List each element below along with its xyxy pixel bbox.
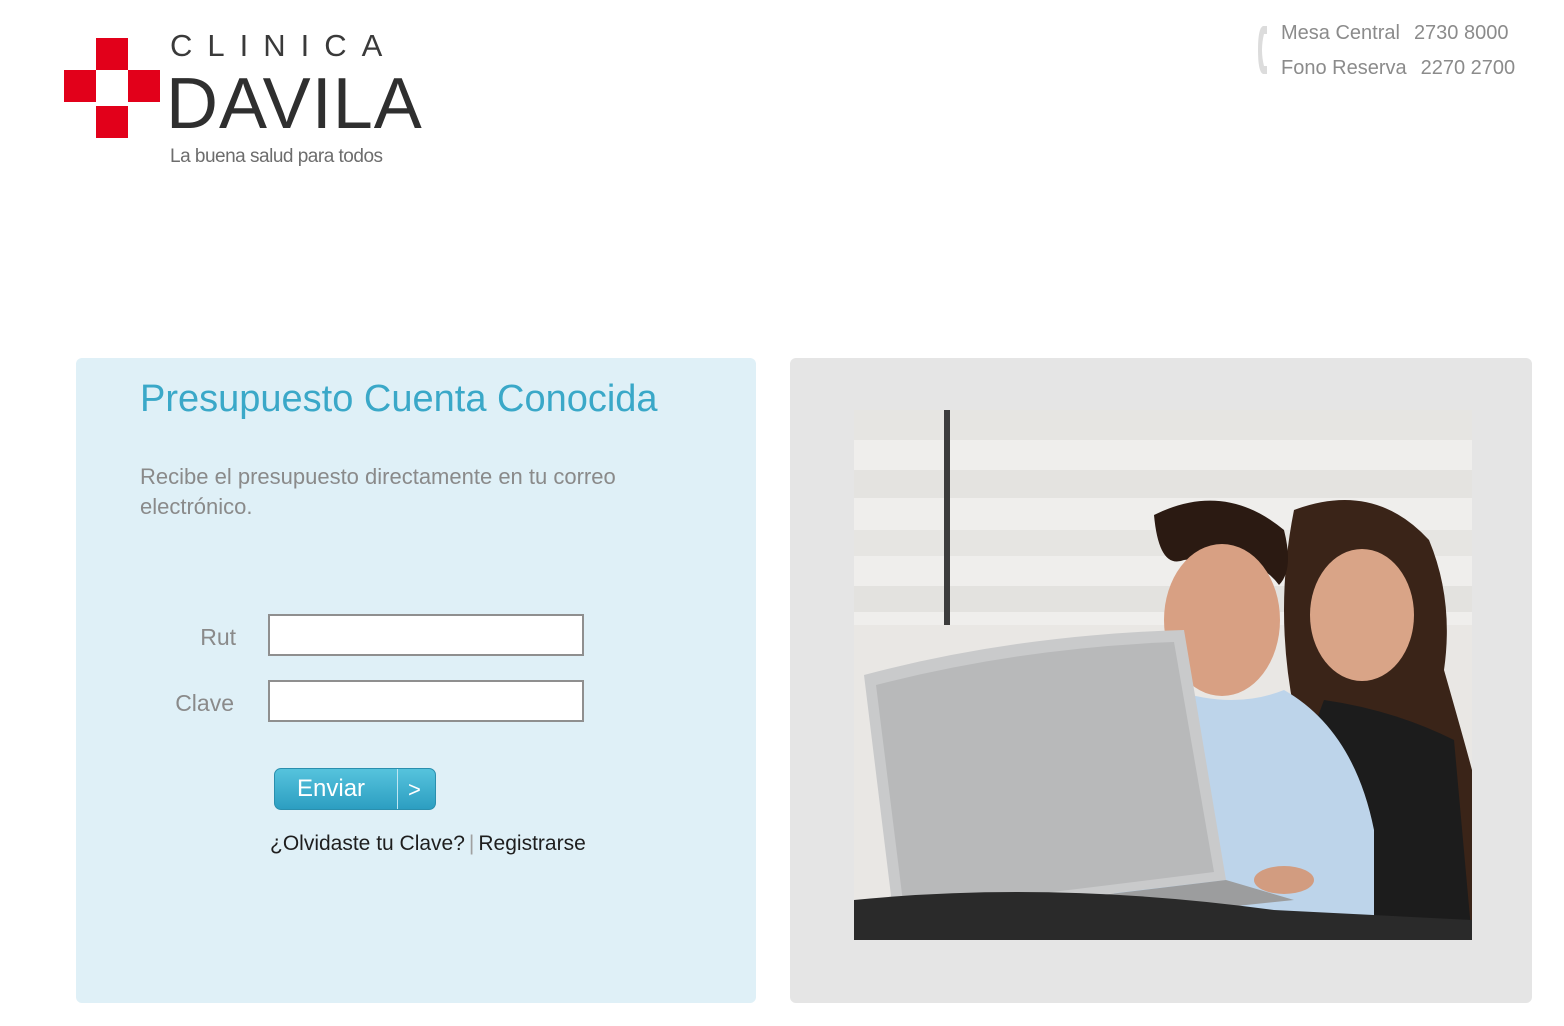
clinic-logo[interactable]: CLINICA DAVILA La buena salud para todos [62,28,442,178]
promo-panel [790,358,1532,1003]
login-panel: Presupuesto Cuenta Conocida Recibe el pr… [76,358,756,1003]
register-link[interactable]: Registrarse [478,832,585,855]
clave-label: Clave [175,690,234,716]
phone-row-mesa-central: Mesa Central 2730 8000 [1281,22,1508,45]
link-separator: | [468,832,475,855]
couple-laptop-photo [854,410,1472,940]
logo-text-davila: DAVILA [166,64,423,144]
phone-icon [1258,26,1267,74]
forgot-password-link[interactable]: ¿Olvidaste tu Clave? [270,832,465,855]
page-title: Presupuesto Cuenta Conocida [140,378,658,420]
account-links: ¿Olvidaste tu Clave? | Registrarse [270,832,586,856]
contact-phones: Mesa Central 2730 8000 Fono Reserva 2270 2… [1255,20,1545,84]
button-divider [397,769,398,809]
phone-label: Mesa Central [1281,22,1400,44]
form-description: Recibe el presupuesto directamente en tu… [140,464,616,519]
phone-number: 2270 2700 [1420,57,1516,79]
clave-input[interactable] [268,680,584,722]
phone-label: Fono Reserva [1281,57,1407,79]
enviar-button[interactable]: Enviar > [274,768,436,810]
logo-tagline: La buena salud para todos [170,146,383,167]
logo-text-clinica: CLINICA [170,28,398,63]
phone-number: 2730 8000 [1413,22,1509,44]
rut-input[interactable] [268,614,584,656]
rut-label: Rut [200,624,236,650]
enviar-button-label: Enviar [297,775,366,802]
phone-row-fono-reserva: Fono Reserva 2270 2700 [1281,57,1515,80]
chevron-right-icon: > [408,777,421,802]
clinic-cross-logo [62,28,162,144]
